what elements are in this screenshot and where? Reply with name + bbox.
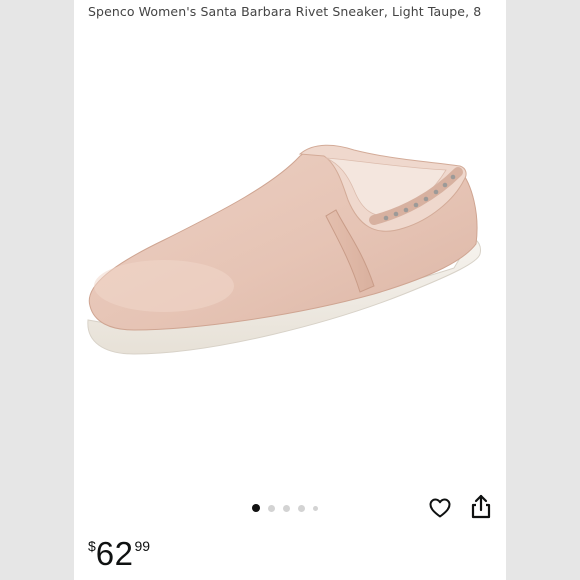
- product-action-bar: $ 62 99: [74, 470, 506, 580]
- price-fraction: 99: [134, 538, 151, 554]
- product-image[interactable]: [74, 24, 506, 460]
- left-gutter: [0, 0, 74, 580]
- price: $ 62 99: [88, 536, 150, 572]
- right-gutter: [506, 0, 580, 580]
- carousel-dot[interactable]: [313, 505, 318, 511]
- price-currency-symbol: $: [88, 538, 96, 554]
- product-card: Spenco Women's Santa Barbara Rivet Sneak…: [74, 0, 506, 580]
- price-whole: 62: [95, 535, 134, 572]
- image-carousel-dots: [252, 504, 318, 512]
- share-icon[interactable]: [470, 494, 492, 520]
- sneaker-illustration: [87, 144, 481, 355]
- carousel-dot[interactable]: [283, 504, 290, 512]
- carousel-dot-active[interactable]: [252, 504, 260, 512]
- carousel-dot[interactable]: [268, 504, 275, 512]
- product-title: Spenco Women's Santa Barbara Rivet Sneak…: [88, 4, 482, 19]
- heart-icon[interactable]: [428, 496, 452, 520]
- carousel-dot[interactable]: [298, 504, 305, 512]
